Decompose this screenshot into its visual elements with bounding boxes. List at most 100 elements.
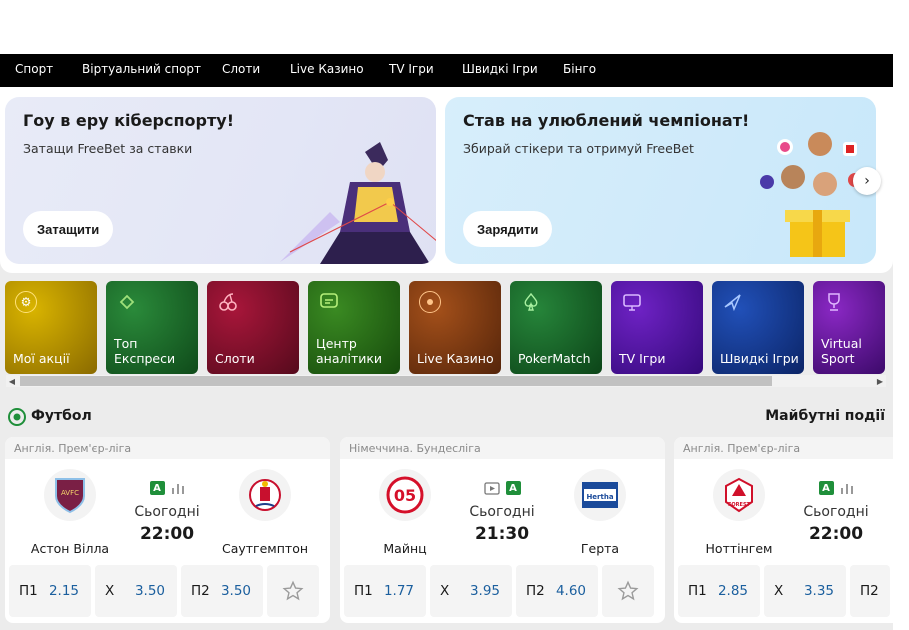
home-team[interactable]: FOREST Ноттінгем	[689, 469, 789, 556]
esports-hero-image	[280, 142, 436, 264]
tv-icon	[621, 291, 643, 313]
tile-fast-games[interactable]: Швидкі Ігри	[712, 281, 804, 374]
stats-bar-icon[interactable]	[171, 482, 185, 494]
tile-slots[interactable]: Слоти	[207, 281, 299, 374]
odd-label: П1	[354, 583, 373, 599]
match-time-block: A Сьогодні 22:00	[117, 481, 217, 544]
banner-esports-button[interactable]: Затащити	[23, 211, 114, 247]
tile-tv-games[interactable]: TV Ігри	[611, 281, 703, 374]
nav-item-slots[interactable]: Слоти	[222, 62, 260, 76]
odds-row: П1 2.85 Х 3.35 П2	[678, 565, 890, 617]
home-team[interactable]: 05 Майнц	[355, 469, 455, 556]
a-badge-icon: A	[818, 481, 834, 495]
tile-label: Топ Експреси	[114, 336, 176, 366]
team-name: Ноттінгем	[705, 541, 773, 556]
banner-subtitle: Затащи FreeBet за ставки	[23, 141, 193, 156]
team-logo: 05	[379, 469, 431, 521]
match-card[interactable]: Англія. Прем'єр-ліга FOREST Ноттінгем A …	[674, 437, 893, 623]
banner-title: Гоу в еру кіберспорту!	[23, 111, 234, 130]
league-name: Англія. Прем'єр-ліга	[674, 437, 893, 459]
odd-value: 3.35	[803, 583, 834, 599]
stickers-gift-image	[760, 132, 862, 257]
away-team[interactable]: Саутгемптон	[215, 469, 315, 556]
favorite-button[interactable]	[267, 565, 319, 617]
video-icon[interactable]	[483, 481, 500, 495]
tile-pokermatch[interactable]: PokerMatch	[510, 281, 602, 374]
tile-analytics-center[interactable]: Центр аналітики	[308, 281, 400, 374]
odd-label: П1	[688, 583, 707, 599]
nav-item-fast-games[interactable]: Швидкі Ігри	[462, 62, 538, 76]
team-name: Майнц	[383, 541, 427, 556]
nav-item-virtual-sport[interactable]: Віртуальний спорт	[82, 62, 201, 76]
upcoming-events-link[interactable]: Майбутні події	[765, 408, 885, 424]
ticket-icon	[116, 291, 138, 313]
odd-home-win[interactable]: П1 2.85	[678, 565, 760, 617]
banner-subtitle: Збирай стікери та отримуй FreeBet	[463, 141, 694, 156]
tile-virtual-sport[interactable]: Virtual Sport	[813, 281, 885, 374]
away-team[interactable]: Hertha Герта	[550, 469, 650, 556]
odd-home-win[interactable]: П1 2.15	[9, 565, 91, 617]
match-time: 22:00	[808, 524, 864, 544]
team-name: Астон Вілла	[30, 541, 110, 556]
nav-item-live-casino[interactable]: Live Казино	[290, 62, 364, 76]
odd-away-win[interactable]: П2	[850, 565, 890, 617]
svg-text:05: 05	[394, 486, 416, 505]
tile-label: Virtual Sport	[821, 336, 862, 366]
odd-away-win[interactable]: П2 3.50	[181, 565, 263, 617]
tile-top-express[interactable]: Топ Експреси	[106, 281, 198, 374]
odd-home-win[interactable]: П1 1.77	[344, 565, 426, 617]
team-name: Герта	[580, 541, 620, 556]
favorite-button[interactable]	[602, 565, 654, 617]
plane-icon	[722, 291, 744, 313]
odd-label: Х	[440, 583, 450, 599]
svg-text:AVFC: AVFC	[61, 489, 79, 497]
carousel-next-button[interactable]: ›	[853, 167, 881, 195]
cherry-icon	[217, 291, 239, 313]
match-card[interactable]: Німеччина. Бундесліга 05 Майнц A Сьогодн…	[340, 437, 665, 623]
banner-title: Став на улюблений чемпіонат!	[463, 111, 750, 130]
odd-draw[interactable]: Х 3.50	[95, 565, 177, 617]
gear-badge-icon: ⚙	[15, 291, 37, 313]
odd-draw[interactable]: Х 3.95	[430, 565, 512, 617]
a-badge-icon: A	[149, 481, 165, 495]
tile-label: Швидкі Ігри	[720, 351, 799, 366]
tiles-scrollbar[interactable]: ◀ ▶	[6, 375, 886, 387]
scroll-right-arrow-icon[interactable]: ▶	[874, 375, 886, 387]
odd-label: П2	[191, 583, 210, 599]
nav-item-bingo[interactable]: Бінго	[563, 62, 596, 76]
banner-esports[interactable]: Гоу в еру кіберспорту! Затащи FreeBet за…	[5, 97, 436, 264]
stats-bar-icon[interactable]	[840, 482, 854, 494]
category-tiles: ⚙ Мої акції Топ Експреси Слоти Центр ана…	[0, 281, 893, 374]
match-card[interactable]: Англія. Прем'єр-ліга AVFC Астон Вілла A …	[5, 437, 330, 623]
match-day: Сьогодні	[803, 504, 869, 520]
tile-live-casino[interactable]: Live Казино	[409, 281, 501, 374]
home-team[interactable]: AVFC Астон Вілла	[20, 469, 120, 556]
svg-text:Hertha: Hertha	[586, 493, 613, 501]
odds-row: П1 2.15 Х 3.50 П2 3.50	[9, 565, 319, 617]
team-name: Саутгемптон	[221, 541, 309, 556]
svg-text:FOREST: FOREST	[728, 502, 751, 508]
odd-label: Х	[774, 583, 784, 599]
star-icon	[617, 580, 639, 601]
match-day: Сьогодні	[134, 504, 200, 520]
scroll-left-arrow-icon[interactable]: ◀	[6, 375, 18, 387]
banner-championship[interactable]: Став на улюблений чемпіонат! Збирай стік…	[445, 97, 876, 264]
page-scrollbar[interactable]	[893, 54, 909, 630]
star-icon	[282, 580, 304, 601]
tile-my-promos[interactable]: ⚙ Мої акції	[5, 281, 97, 374]
odd-value: 4.60	[555, 583, 586, 599]
a-badge-icon: A	[505, 481, 521, 495]
chevron-right-icon: ›	[864, 173, 870, 189]
odd-away-win[interactable]: П2 4.60	[516, 565, 598, 617]
banner-championship-button[interactable]: Зарядити	[463, 211, 553, 247]
page-content: Гоу в еру кіберспорту! Затащи FreeBet за…	[0, 87, 893, 630]
nav-item-tv-games[interactable]: TV Ігри	[389, 62, 434, 76]
match-time: 21:30	[474, 524, 530, 544]
scrollbar-thumb[interactable]	[20, 376, 772, 386]
nav-item-sport[interactable]: Спорт	[15, 62, 53, 76]
football-icon	[8, 408, 26, 426]
odd-draw[interactable]: Х 3.35	[764, 565, 846, 617]
match-time: 22:00	[139, 524, 195, 544]
top-nav: Спорт Віртуальний спорт Слоти Live Казин…	[0, 54, 893, 87]
team-logo: Hertha	[574, 469, 626, 521]
